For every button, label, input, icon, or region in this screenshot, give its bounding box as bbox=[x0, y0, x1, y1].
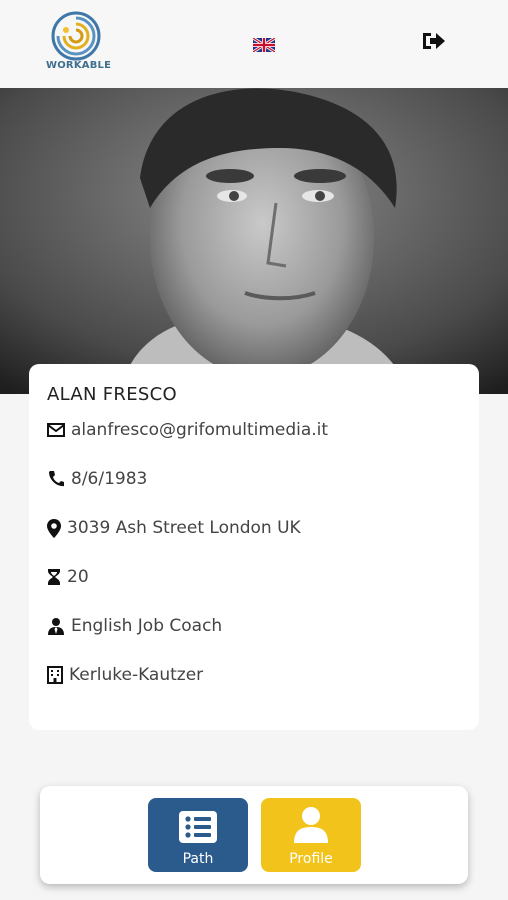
user-tie-icon bbox=[48, 618, 64, 635]
hourglass-icon bbox=[48, 569, 60, 585]
map-pin-icon bbox=[47, 518, 61, 538]
path-button[interactable]: Path bbox=[148, 798, 248, 872]
logo-text: WORKABLE bbox=[46, 60, 112, 71]
hours-text: 20 bbox=[67, 567, 89, 587]
email-row: alanfresco@grifomultimedia.it bbox=[47, 418, 328, 442]
company-row: Kerluke-Kautzer bbox=[47, 663, 203, 687]
app-header: WORKABLE bbox=[0, 0, 508, 88]
workable-logo[interactable]: WORKABLE bbox=[46, 10, 112, 76]
role-row: English Job Coach bbox=[47, 614, 222, 638]
profile-button-label: Profile bbox=[289, 851, 333, 867]
envelope-icon bbox=[47, 423, 65, 437]
profile-button[interactable]: Profile bbox=[261, 798, 361, 872]
hours-row: 20 bbox=[47, 565, 89, 589]
company-text: Kerluke-Kautzer bbox=[69, 665, 204, 685]
phone-text: 8/6/1983 bbox=[71, 469, 148, 489]
role-text: English Job Coach bbox=[71, 616, 223, 636]
bottom-navigation: Path Profile bbox=[40, 786, 468, 884]
profile-photo bbox=[0, 88, 508, 394]
uk-flag-icon[interactable] bbox=[252, 36, 276, 54]
address-text: 3039 Ash Street London UK bbox=[67, 518, 301, 538]
profile-card: ALAN FRESCO alanfresco@grifomultimedia.i… bbox=[29, 364, 479, 730]
logo-swirl-icon bbox=[51, 11, 101, 61]
logout-icon[interactable] bbox=[421, 30, 447, 52]
path-button-label: Path bbox=[182, 851, 214, 867]
building-icon bbox=[47, 666, 63, 684]
profile-name: ALAN FRESCO bbox=[47, 384, 177, 405]
phone-row: 8/6/1983 bbox=[47, 467, 147, 491]
address-row: 3039 Ash Street London UK bbox=[47, 516, 301, 540]
list-icon bbox=[179, 811, 217, 843]
phone-icon bbox=[49, 471, 64, 487]
user-icon bbox=[294, 807, 328, 843]
email-text: alanfresco@grifomultimedia.it bbox=[71, 420, 329, 440]
